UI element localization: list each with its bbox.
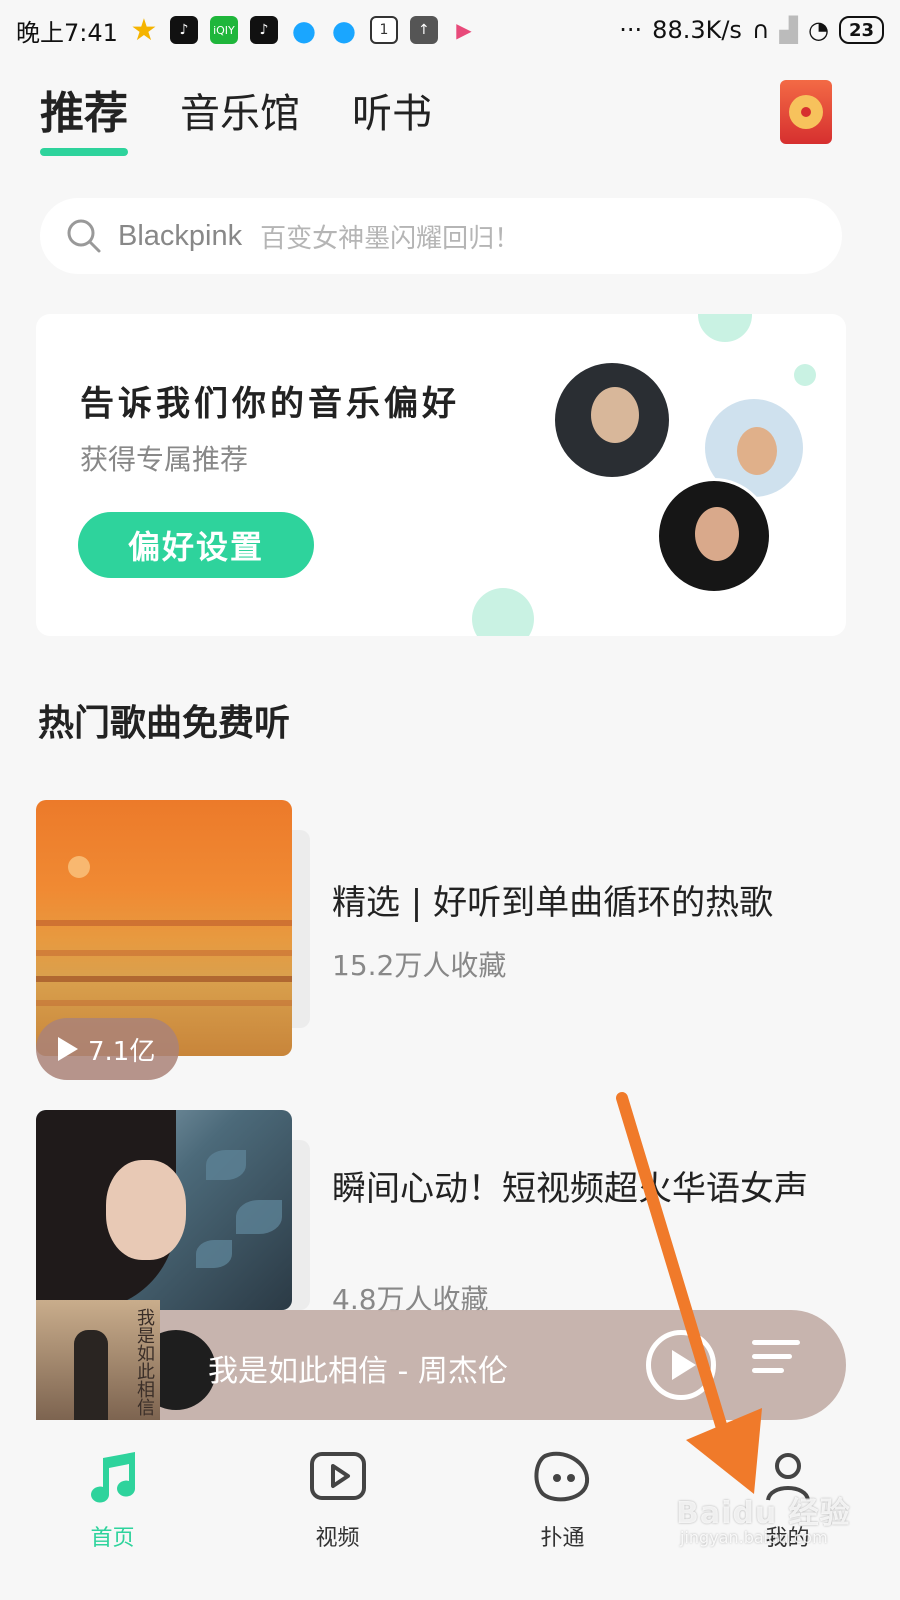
decor-dot xyxy=(794,364,816,386)
playlist-queue-icon[interactable] xyxy=(752,1340,806,1390)
top-tabs: 推荐 音乐馆 听书 xyxy=(40,86,432,156)
nav-label: 首页 xyxy=(90,1526,135,1551)
status-bar: 晚上7:41 ★ ♪ iQIY ♪ ● ● 1 ↑ ▶ ··· 88.3K/s … xyxy=(0,0,900,60)
battery-icon: 23 xyxy=(838,16,884,44)
record-disc-icon xyxy=(789,95,823,129)
status-left: 晚上7:41 ★ ♪ iQIY ♪ ● ● 1 ↑ ▶ xyxy=(16,13,478,48)
now-playing-cover[interactable]: 我是如此相信 xyxy=(36,1300,160,1420)
tiktok-icon-2: ♪ xyxy=(249,16,278,44)
preference-settings-button[interactable]: 偏好设置 xyxy=(78,512,314,578)
qq-icon: ● xyxy=(291,13,317,47)
video-play-icon xyxy=(309,1452,366,1500)
upload-icon: ↑ xyxy=(409,16,438,44)
search-bar[interactable]: Blackpink 百变女神墨闪耀回归！ xyxy=(40,198,842,274)
wifi-icon: ◔ xyxy=(807,16,829,44)
iqiyi-icon: iQIY xyxy=(209,16,238,44)
battery-level: 23 xyxy=(848,19,874,41)
nav-label: 扑通 xyxy=(540,1526,585,1551)
preference-subtitle: 获得专属推荐 xyxy=(80,443,249,476)
play-icon xyxy=(672,1350,696,1380)
decor-dot xyxy=(472,588,534,636)
nav-video[interactable]: 视频 xyxy=(225,1420,450,1600)
qq-icon-2: ● xyxy=(331,13,357,47)
play-button[interactable] xyxy=(646,1330,716,1400)
mini-player[interactable]: 我是如此相信 我是如此相信 - 周杰伦 xyxy=(36,1300,846,1420)
playlist-favorites: 15.2万人收藏 xyxy=(332,949,507,982)
tab-recommend[interactable]: 推荐 xyxy=(40,86,128,156)
playlist-cover[interactable] xyxy=(36,1110,292,1310)
social-face-icon xyxy=(534,1451,589,1502)
signal-icon: ▟ xyxy=(779,16,798,44)
play-count: 7.1亿 xyxy=(88,1036,156,1067)
status-time: 晚上7:41 xyxy=(16,18,118,47)
tab-audiobooks[interactable]: 听书 xyxy=(352,86,432,142)
watermark-url: jingyan.baidu.com xyxy=(680,1528,828,1547)
preference-card: 告诉我们你的音乐偏好 获得专属推荐 偏好设置 xyxy=(36,314,846,636)
network-speed: 88.3K/s xyxy=(652,16,742,44)
status-right: ··· 88.3K/s ∩ ▟ ◔ 23 xyxy=(619,16,884,44)
search-icon xyxy=(67,219,101,253)
now-playing-title: 我是如此相信 - 周杰伦 xyxy=(208,1354,508,1389)
music-note-icon xyxy=(90,1452,135,1503)
calendar-icon: 1 xyxy=(369,16,398,44)
play-icon xyxy=(58,1037,78,1061)
artist-avatar xyxy=(552,360,672,480)
play-store-icon: ▶ xyxy=(456,18,472,42)
artist-avatar xyxy=(656,478,772,594)
headphone-icon: ∩ xyxy=(751,16,770,44)
playlist-item[interactable]: 瞬间心动！短视频超火华语女声 4.8万人收藏 xyxy=(36,1110,856,1316)
playlist-item[interactable]: 7.1亿 精选 | 好听到单曲循环的热歌 15.2万人收藏 xyxy=(36,800,856,1080)
cover-text: 我是如此相信 xyxy=(134,1308,155,1416)
watermark-logo: Baidu 经验 xyxy=(676,1496,851,1531)
search-hint: 百变女神墨闪耀回归！ xyxy=(260,223,521,254)
playlist-title: 精选 | 好听到单曲循环的热歌 xyxy=(332,883,774,923)
tiktok-icon: ♪ xyxy=(169,16,198,44)
music-mailbox-button[interactable] xyxy=(780,80,832,144)
tab-music-hall[interactable]: 音乐馆 xyxy=(180,86,300,142)
more-dots: ··· xyxy=(619,16,643,44)
star-icon: ★ xyxy=(130,12,158,48)
section-title: 热门歌曲免费听 xyxy=(38,703,291,744)
playlist-title: 瞬间心动！短视频超火华语女声 xyxy=(332,1169,808,1209)
nav-putong[interactable]: 扑通 xyxy=(450,1420,675,1600)
decor-dot xyxy=(698,314,752,342)
nav-label: 视频 xyxy=(315,1526,360,1551)
search-keyword: Blackpink xyxy=(118,219,243,252)
play-count-badge: 7.1亿 xyxy=(36,1018,180,1080)
preference-title: 告诉我们你的音乐偏好 xyxy=(80,384,460,424)
nav-home[interactable]: 首页 xyxy=(0,1420,225,1600)
